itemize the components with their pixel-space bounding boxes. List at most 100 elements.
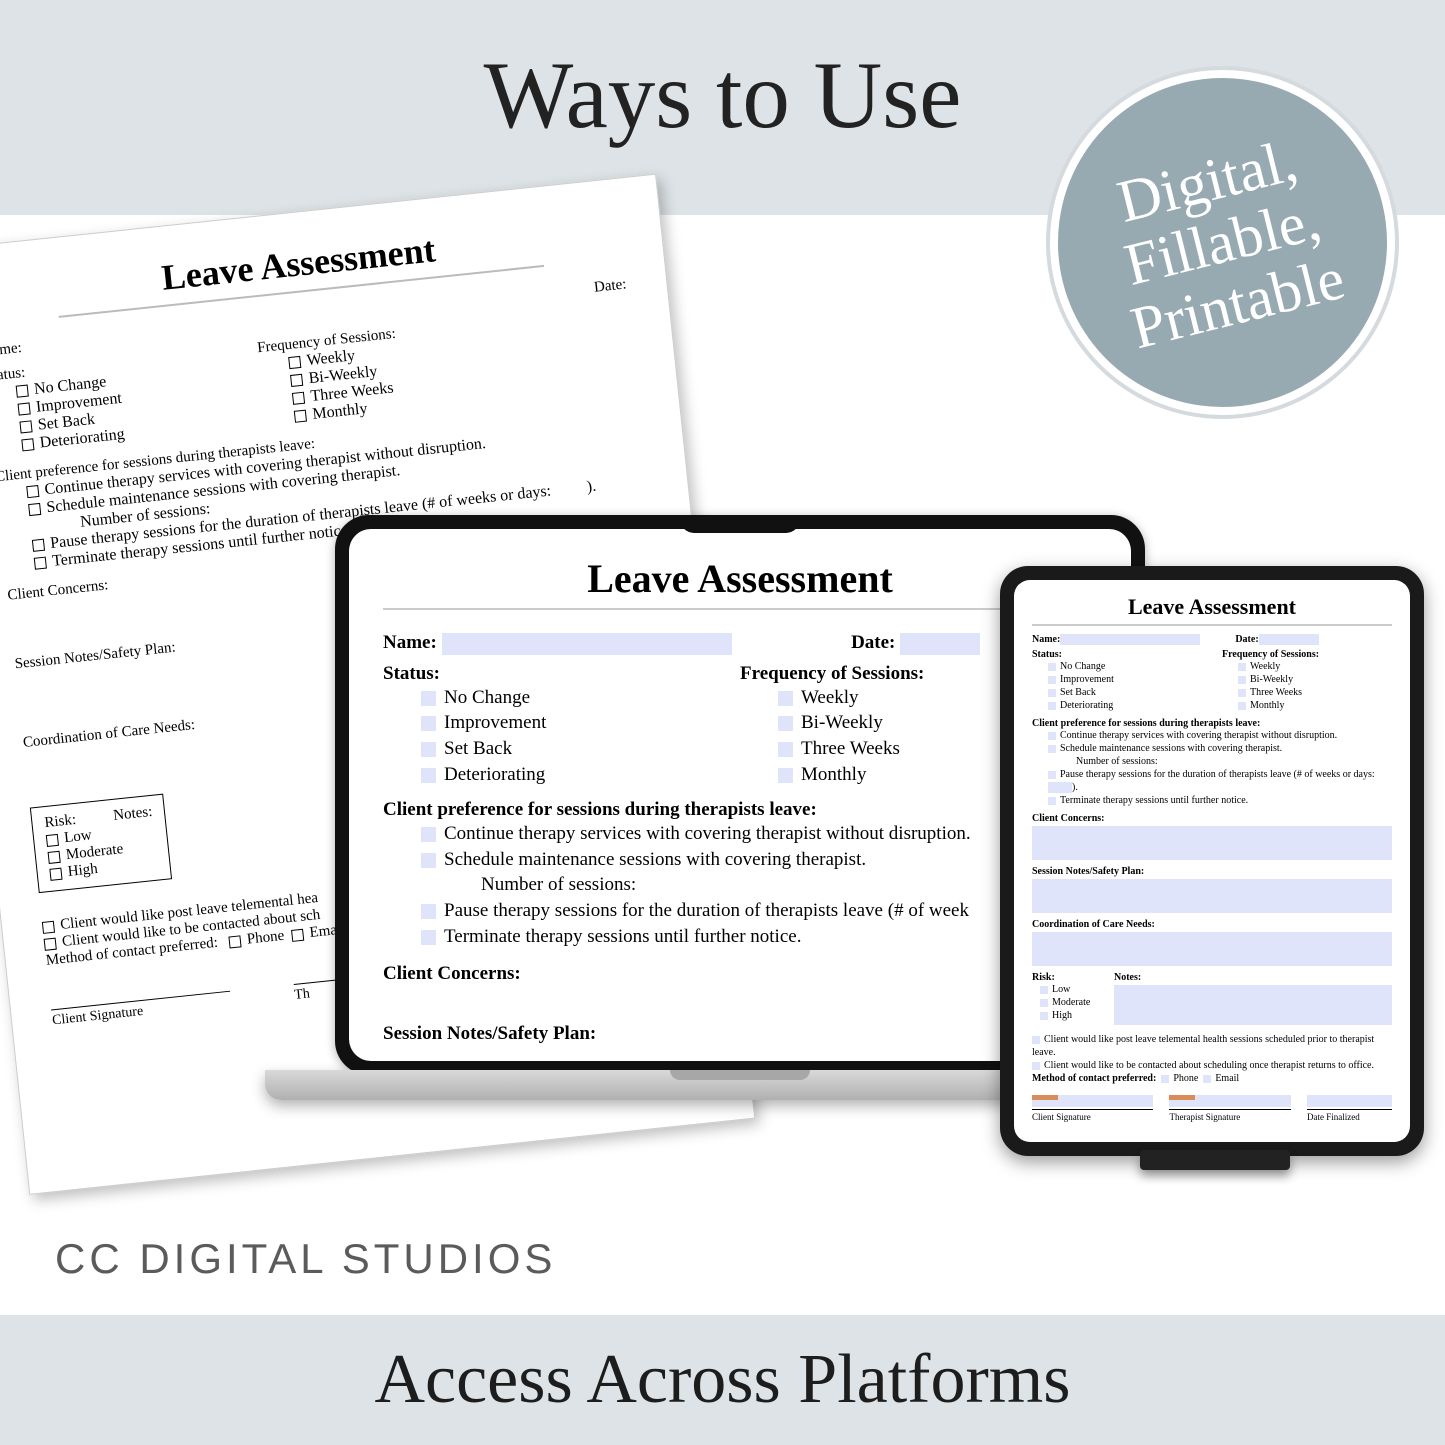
tablet-screen: Leave Assessment Name: Date: Status: No … [1014,580,1410,1142]
input-notes[interactable] [1114,985,1392,1025]
opt-no-change: No Change [1060,661,1105,672]
label-concerns: Client Concerns: [383,963,521,984]
checkbox[interactable] [16,385,29,398]
label-client-pref: Client preference for sessions during th… [1032,718,1392,729]
label-notes: Notes: [113,804,154,824]
checkbox[interactable] [46,833,59,846]
checkbox[interactable] [778,768,793,783]
checkbox[interactable] [421,768,436,783]
checkbox[interactable] [294,410,307,423]
checkbox[interactable] [1203,1075,1211,1083]
input-weeks[interactable] [1048,782,1072,793]
checkbox[interactable] [1048,663,1056,671]
checkbox[interactable] [1238,676,1246,684]
input-concerns[interactable] [1032,826,1392,860]
label-concerns: Client Concerns: [1032,813,1392,824]
checkbox[interactable] [290,374,303,387]
opt-schedule: Schedule maintenance sessions with cover… [1060,743,1282,754]
label-method: Method of contact preferred: [1032,1073,1156,1084]
checkbox[interactable] [421,853,436,868]
checkbox[interactable] [1040,1012,1048,1020]
checkbox[interactable] [1048,689,1056,697]
checkbox[interactable] [19,421,32,434]
label-date: Date: [851,632,895,653]
input-coord[interactable] [1032,932,1392,966]
input-notes-safety[interactable] [1032,879,1392,913]
checkbox[interactable] [42,920,55,933]
opt-bi-weekly: Bi-Weekly [801,712,883,733]
checkbox[interactable] [21,439,34,452]
checkbox[interactable] [421,691,436,706]
checkbox[interactable] [1040,986,1048,994]
checkbox[interactable] [18,403,31,416]
input-date[interactable] [1259,634,1319,645]
bottom-band: Access Across Platforms [0,1315,1445,1445]
checkbox[interactable] [1161,1075,1169,1083]
checkbox[interactable] [1048,676,1056,684]
label-num-sessions: Number of sessions: [1076,756,1158,767]
opt-weekly: Weekly [801,687,859,708]
input-date[interactable] [900,633,980,655]
label-notes: Notes: [1114,972,1141,983]
close-paren: ). [586,478,597,496]
opt-no-change: No Change [444,687,530,708]
checkbox[interactable] [44,937,57,950]
checkbox[interactable] [1048,797,1056,805]
label-risk: Risk: [44,812,77,831]
opt-three-weeks: Three Weeks [801,738,900,759]
checkbox[interactable] [228,935,241,948]
opt-pause: Pause therapy sessions for the duration … [444,900,969,921]
form-title: Leave Assessment [383,555,1097,610]
checkbox[interactable] [1048,732,1056,740]
opt-weekly: Weekly [1250,661,1280,672]
label-name: Name: [0,340,23,361]
checkbox[interactable] [34,557,47,570]
opt-terminate: Terminate therapy sessions until further… [1060,795,1248,806]
checkbox[interactable] [48,850,61,863]
checkbox[interactable] [1040,999,1048,1007]
checkbox[interactable] [421,827,436,842]
input-date-finalized[interactable] [1307,1095,1392,1107]
label-date: Date: [1235,634,1258,645]
opt-continue: Continue therapy services with covering … [1060,730,1337,741]
checkbox[interactable] [1048,771,1056,779]
checkbox[interactable] [292,392,305,405]
opt-terminate: Terminate therapy sessions until further… [444,926,801,947]
checkbox[interactable] [32,539,45,552]
opt-low: Low [63,827,92,846]
checkbox[interactable] [291,928,304,941]
checkbox[interactable] [1238,702,1246,710]
checkbox[interactable] [1238,689,1246,697]
label-frequency: Frequency of Sessions: [740,663,924,684]
label-coord: Coordination of Care Needs: [1032,919,1392,930]
checkbox[interactable] [1238,663,1246,671]
checkbox[interactable] [421,716,436,731]
checkbox[interactable] [28,503,41,516]
checkbox[interactable] [26,485,39,498]
checkbox[interactable] [778,691,793,706]
checkbox[interactable] [421,930,436,945]
opt-set-back: Set Back [1060,687,1096,698]
opt-bi-weekly: Bi-Weekly [1250,674,1293,685]
checkbox[interactable] [421,742,436,757]
input-therapist-sig[interactable] [1169,1095,1290,1107]
opt-pause: Pause therapy sessions for the duration … [1060,769,1375,780]
checkbox[interactable] [421,904,436,919]
checkbox[interactable] [1048,745,1056,753]
checkbox[interactable] [1048,702,1056,710]
checkbox[interactable] [288,356,301,369]
checkbox[interactable] [778,716,793,731]
label-notes-safety: Session Notes/Safety Plan: [1032,866,1392,877]
input-name[interactable] [1060,634,1200,645]
checkbox[interactable] [1032,1036,1040,1044]
sig-therapist: Therapist Signature [1169,1109,1290,1122]
input-client-sig[interactable] [1032,1095,1153,1107]
checkbox[interactable] [49,867,62,880]
label-name: Name: [383,632,437,653]
input-name[interactable] [442,633,732,655]
opt-improvement: Improvement [1060,674,1114,685]
checkbox[interactable] [1032,1062,1040,1070]
sig-client: Client Signature [51,991,232,1030]
risk-box: Risk: Notes: Low Moderate High [30,794,173,894]
checkbox[interactable] [778,742,793,757]
